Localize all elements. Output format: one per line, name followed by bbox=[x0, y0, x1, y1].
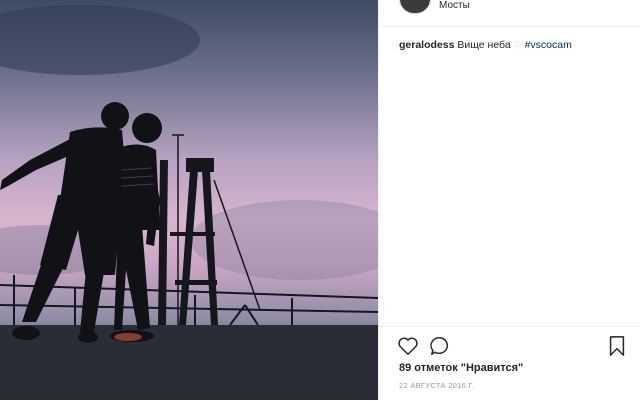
bookmark-icon[interactable] bbox=[608, 335, 626, 357]
caption-text: Вище неба bbox=[457, 39, 511, 51]
post-side-panel: Мосты geralodess Вище неба ♡ #vscocam 89… bbox=[378, 0, 640, 400]
heart-outline-icon[interactable] bbox=[397, 335, 419, 357]
post-caption: geralodess Вище неба ♡ #vscocam bbox=[399, 38, 629, 52]
post-header: Мосты bbox=[379, 0, 640, 27]
likes-count[interactable]: 89 отметок "Нравится" bbox=[399, 362, 523, 374]
caption-username[interactable]: geralodess bbox=[399, 39, 454, 51]
post-photo[interactable] bbox=[0, 0, 378, 400]
post-actions: 89 отметок "Нравится" 22 АВГУСТА 2016 Г. bbox=[379, 326, 640, 401]
avatar[interactable] bbox=[399, 0, 431, 14]
speech-bubble-icon[interactable] bbox=[429, 335, 451, 357]
photo-silhouette-scene bbox=[0, 5, 378, 400]
caption-hashtag[interactable]: #vscocam bbox=[525, 39, 572, 51]
caption-heart-emoji: ♡ bbox=[513, 40, 522, 50]
post-location-link[interactable]: Мосты bbox=[439, 0, 470, 11]
post-date[interactable]: 22 АВГУСТА 2016 Г. bbox=[399, 381, 474, 390]
